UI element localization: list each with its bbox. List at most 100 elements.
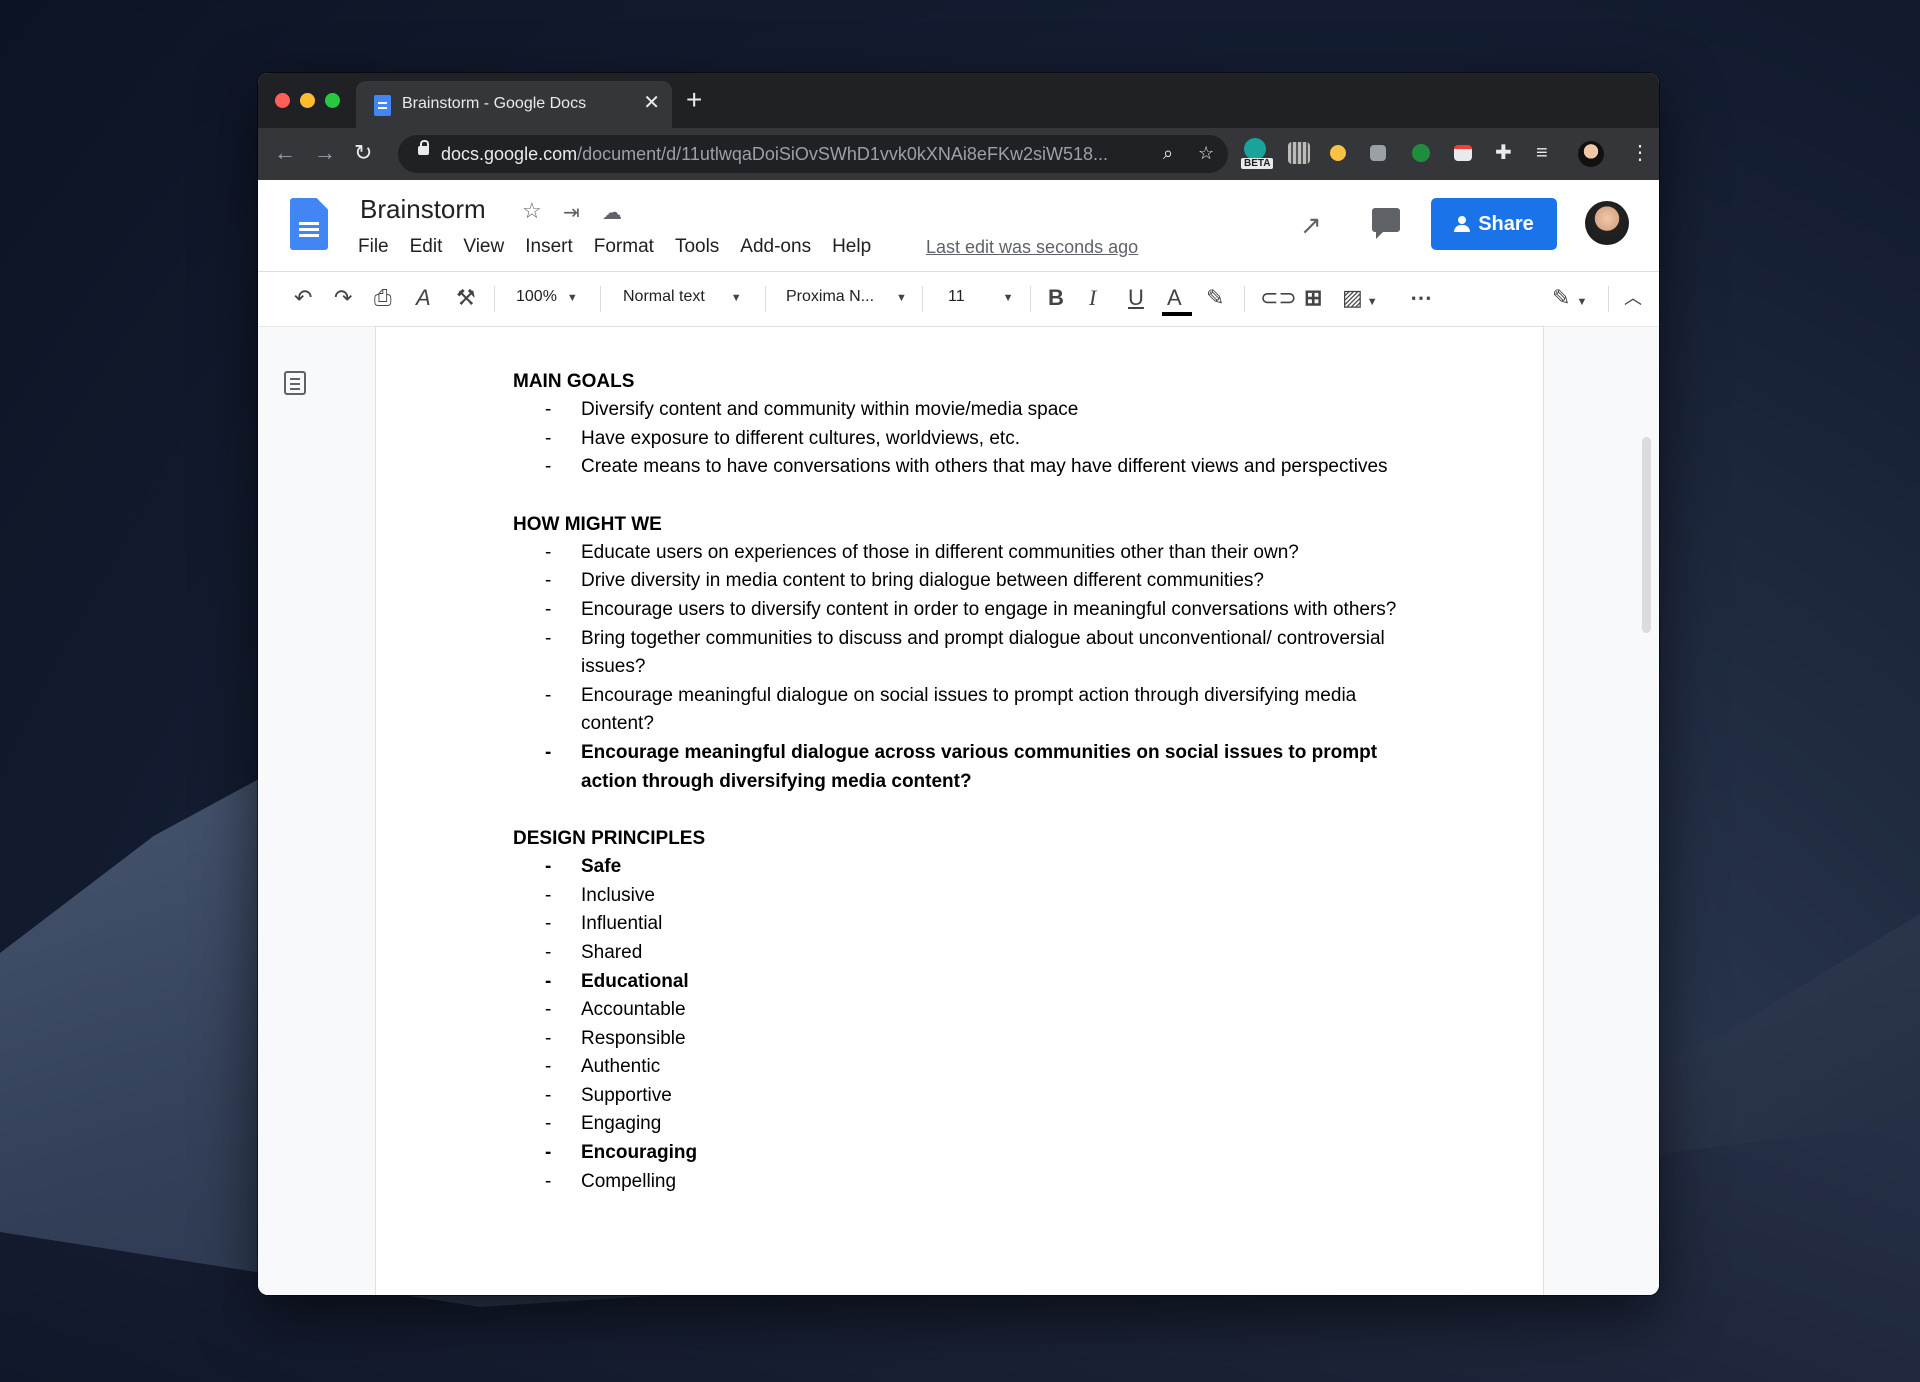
extensions-puzzle-icon[interactable]: ✚ (1495, 141, 1512, 165)
media-queue-icon[interactable]: ≡ (1536, 141, 1548, 165)
bold-icon[interactable]: B (1048, 285, 1064, 311)
ink-extension-icon[interactable] (1370, 145, 1386, 161)
list-item: - Encouraging (513, 1139, 1413, 1168)
list-dash-marker: - (545, 1084, 552, 1106)
zoom-select[interactable]: 100% ▼ (516, 288, 578, 306)
comments-icon[interactable] (1372, 208, 1400, 239)
menu-addons[interactable]: Add-ons (740, 236, 811, 258)
highlight-icon[interactable]: ✎ (1206, 285, 1224, 311)
document-page[interactable]: MAIN GOALS - Diversify content and communi… (376, 327, 1543, 1295)
new-tab-button[interactable]: + (686, 85, 702, 115)
list-item: - Encourage meaningful dialogue on social… (513, 682, 1413, 739)
link-icon[interactable]: ⊂⊃ (1260, 285, 1297, 311)
list-item: - Compelling (513, 1168, 1413, 1197)
green-extension-icon[interactable] (1412, 144, 1430, 162)
cloud-status-icon[interactable]: ☁ (602, 200, 622, 225)
list-item: - Create means to have conversations with… (513, 453, 1413, 482)
zoom-icon[interactable]: ⌕ (1163, 143, 1173, 164)
document-body[interactable]: MAIN GOALS - Diversify content and communi… (513, 367, 1413, 1196)
address-bar[interactable]: docs.google.com/document/d/11utlwqaDoiSi… (398, 135, 1228, 173)
last-edit-link[interactable]: Last edit was seconds ago (926, 237, 1138, 258)
list-dash-marker: - (545, 1170, 552, 1192)
bookmark-star-icon[interactable]: ☆ (1198, 143, 1214, 164)
italic-icon[interactable]: I (1089, 285, 1096, 311)
close-window-button[interactable] (275, 93, 290, 108)
list-item: - Encourage users to diversify content in… (513, 596, 1413, 625)
font-select[interactable]: Proxima N... ▼ (786, 288, 907, 306)
tab-strip: Brainstorm - Google Docs ✕ + (258, 73, 1659, 128)
list-dash-marker: - (545, 427, 552, 449)
reload-button[interactable]: ↻ (354, 141, 372, 165)
redo-icon[interactable]: ↷ (334, 285, 352, 311)
paint-format-icon[interactable]: ⚒ (456, 285, 476, 311)
share-person-icon (1454, 216, 1471, 232)
list-item: - Authentic (513, 1053, 1413, 1082)
list-item-text: Encouraging (581, 1142, 698, 1164)
document-outline-icon[interactable] (284, 371, 306, 395)
move-folder-icon[interactable]: ⇥ (563, 200, 580, 225)
menu-insert[interactable]: Insert (525, 236, 573, 258)
list-item-text: Responsible (581, 1027, 686, 1049)
list-item-text: Shared (581, 941, 643, 963)
spellcheck-icon[interactable]: A (416, 285, 431, 311)
undo-icon[interactable]: ↶ (294, 285, 312, 311)
back-button[interactable]: ← (274, 141, 296, 165)
list-item: - Accountable (513, 996, 1413, 1025)
document-title[interactable]: Brainstorm (360, 194, 486, 225)
toolbar-divider (922, 286, 923, 312)
scrollbar-thumb[interactable] (1642, 437, 1651, 633)
list-item: - Diversify content and community within … (513, 396, 1413, 425)
menu-view[interactable]: View (463, 236, 504, 258)
add-comment-icon[interactable]: ⊞ (1304, 285, 1322, 311)
toolbar-divider (1608, 286, 1609, 312)
menu-bar: File Edit View Insert Format Tools Add-o… (358, 236, 892, 258)
menu-file[interactable]: File (358, 236, 389, 258)
font-size-select[interactable]: 11 ▼ (948, 288, 1014, 306)
tab-close-icon[interactable]: ✕ (643, 92, 660, 114)
browser-tab-active[interactable]: Brainstorm - Google Docs ✕ (356, 81, 672, 128)
browser-menu-icon[interactable]: ⋮ (1630, 141, 1650, 165)
minimize-window-button[interactable] (300, 93, 315, 108)
editing-mode-icon[interactable]: ✎ ▼ (1552, 285, 1587, 315)
underline-icon[interactable]: U (1128, 285, 1144, 311)
list-dash-marker: - (545, 884, 552, 906)
text-color-icon[interactable]: A (1167, 285, 1182, 311)
collapse-menus-icon[interactable]: ︿ (1624, 285, 1642, 311)
screenshot-extension-icon[interactable] (1454, 145, 1472, 161)
tab-title: Brainstorm - Google Docs (402, 95, 587, 112)
list-item: - Drive diversity in media content to bri… (513, 567, 1413, 596)
barcode-extension-icon[interactable] (1288, 142, 1310, 164)
account-avatar[interactable] (1585, 201, 1629, 245)
list-item-text: Have exposure to different cultures, wor… (581, 427, 1020, 449)
list-item-text: Create means to have conversations with … (581, 456, 1388, 478)
list-item-text: Drive diversity in media content to brin… (581, 570, 1264, 592)
list-item: - Responsible (513, 1025, 1413, 1054)
google-docs-logo-icon[interactable] (290, 198, 328, 250)
list-dash-marker: - (545, 1142, 552, 1164)
list-dash-marker: - (545, 970, 552, 992)
style-select[interactable]: Normal text ▼ (623, 288, 742, 306)
toolbar-divider (1244, 286, 1245, 312)
share-button[interactable]: Share (1431, 198, 1557, 250)
forward-button[interactable]: → (314, 141, 336, 165)
star-icon[interactable]: ☆ (522, 198, 542, 224)
profile-avatar-icon[interactable] (1578, 141, 1604, 167)
hand-extension-icon[interactable] (1330, 145, 1346, 161)
list-item: - Educational (513, 968, 1413, 997)
docs-favicon-icon (374, 95, 391, 116)
menu-help[interactable]: Help (832, 236, 871, 258)
activity-dashboard-icon[interactable]: ↗ (1300, 210, 1322, 241)
menu-tools[interactable]: Tools (675, 236, 719, 258)
zoom-window-button[interactable] (325, 93, 340, 108)
toolbar-divider (600, 286, 601, 312)
menu-format[interactable]: Format (594, 236, 654, 258)
list-item: - Have exposure to different cultures, wo… (513, 425, 1413, 454)
print-icon[interactable]: ⎙ (374, 285, 392, 311)
grammarly-extension-icon[interactable] (1244, 138, 1266, 160)
format-toolbar: ↶ ↷ ⎙ A ⚒ 100% ▼ Normal text ▼ Proxima N..… (258, 272, 1659, 326)
more-options-icon[interactable]: ⋯ (1410, 285, 1432, 311)
browser-toolbar: ← → ↻ docs.google.com/document/d/11utlwq… (258, 128, 1659, 180)
menu-edit[interactable]: Edit (410, 236, 443, 258)
insert-image-icon[interactable]: ▨ ▼ (1342, 285, 1378, 315)
toolbar-divider (494, 286, 495, 312)
